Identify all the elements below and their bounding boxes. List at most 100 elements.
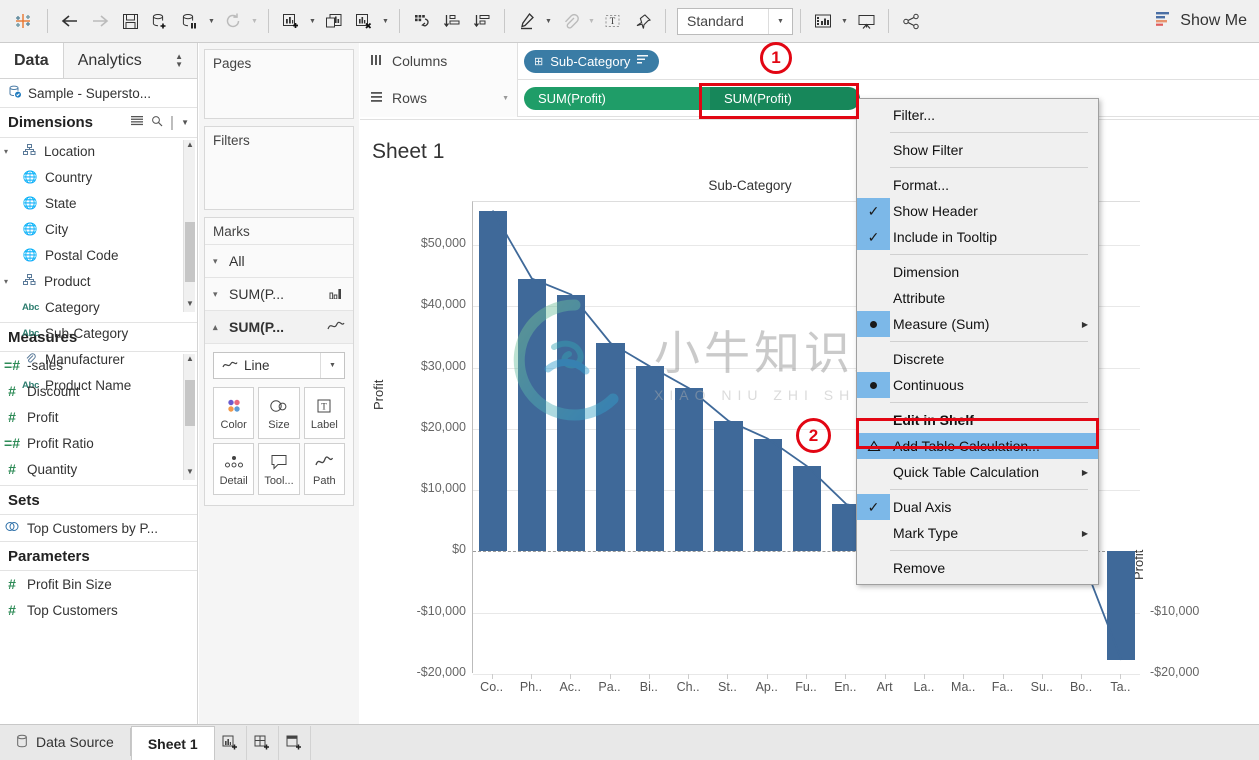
pill-sum-profit-2[interactable]: SUM(Profit)	[710, 86, 860, 110]
share-icon[interactable]	[896, 6, 926, 36]
tab-analytics[interactable]: Analytics ▲ ▼	[64, 43, 197, 78]
set-top-customers-by-profit[interactable]: Top Customers by P...	[0, 515, 197, 541]
swap-rows-cols-icon[interactable]	[407, 6, 437, 36]
show-me-button[interactable]: Show Me	[1155, 11, 1247, 31]
scroll-up-icon[interactable]: ▲	[184, 140, 196, 153]
x-axis-tick-label[interactable]: Su..	[1022, 680, 1061, 702]
menu-item-edit-in-shelf[interactable]: Edit in Shelf	[857, 407, 1098, 433]
dimension-city[interactable]: 🌐 City	[0, 216, 197, 242]
sheet-tab-sheet1[interactable]: Sheet 1	[130, 726, 215, 760]
show-cards-dropdown-caret[interactable]: ▼	[838, 6, 851, 36]
fit-dropdown[interactable]: Standard ▼	[677, 7, 793, 35]
show-cards-icon[interactable]	[808, 6, 838, 36]
forward-arrow-icon[interactable]	[85, 6, 115, 36]
dimension-product[interactable]: ▾ Product	[0, 268, 197, 294]
menu-item-show-filter[interactable]: Show Filter	[857, 137, 1098, 163]
menu-item-dimension[interactable]: Dimension	[857, 259, 1098, 285]
x-axis-tick-label[interactable]: Ch..	[668, 680, 707, 702]
scroll-up-icon[interactable]: ▲	[184, 354, 196, 367]
tab-data[interactable]: Data	[0, 43, 64, 78]
presentation-mode-icon[interactable]	[851, 6, 881, 36]
field-context-menu[interactable]: Filter... Show Filter Format... ✓ Show Heade…	[856, 98, 1099, 585]
measure-profit[interactable]: # Profit	[0, 404, 197, 430]
new-story-icon[interactable]	[279, 726, 311, 760]
size-shelf-button[interactable]: Size	[258, 387, 300, 439]
new-worksheet-icon[interactable]	[215, 726, 247, 760]
scroll-down-icon[interactable]: ▼	[184, 467, 196, 480]
x-axis-tick-label[interactable]: Bo..	[1061, 680, 1100, 702]
pages-card[interactable]: Pages	[204, 49, 354, 119]
pin-icon[interactable]	[628, 6, 658, 36]
back-arrow-icon[interactable]	[55, 6, 85, 36]
dimension-postal-code[interactable]: 🌐 Postal Code	[0, 242, 197, 268]
search-icon[interactable]	[151, 114, 163, 131]
x-axis-tick-label[interactable]: Ta..	[1101, 680, 1140, 702]
x-axis-tick-label[interactable]: Co..	[472, 680, 511, 702]
x-axis-tick-label[interactable]: St..	[708, 680, 747, 702]
menu-item-remove[interactable]: Remove	[857, 555, 1098, 581]
x-axis-tick-label[interactable]: En..	[826, 680, 865, 702]
pill-sub-category[interactable]: ⊞ Sub-Category	[524, 49, 660, 73]
text-box-icon[interactable]: T	[598, 6, 628, 36]
parameter-profit-bin-size[interactable]: # Profit Bin Size	[0, 571, 197, 597]
chevron-down-icon[interactable]: ▾	[213, 289, 223, 300]
columns-shelf[interactable]: Columns ⊞ Sub-Category	[360, 42, 1259, 80]
x-axis-tick-label[interactable]: Bi..	[629, 680, 668, 702]
columns-drop-zone[interactable]: ⊞ Sub-Category	[518, 43, 1259, 80]
menu-item-show-header[interactable]: ✓ Show Header	[857, 198, 1098, 224]
save-icon[interactable]	[115, 6, 145, 36]
chevron-down-icon[interactable]: ▼	[320, 353, 344, 378]
x-axis-tick-label[interactable]: Fu..	[786, 680, 825, 702]
refresh-icon[interactable]	[218, 6, 248, 36]
sort-ascending-icon[interactable]	[437, 6, 467, 36]
refresh-dropdown-caret[interactable]: ▼	[248, 6, 261, 36]
x-axis-tick-label[interactable]: Pa..	[590, 680, 629, 702]
menu-item-mark-type[interactable]: Mark Type ▶	[857, 520, 1098, 546]
menu-item-dual-axis[interactable]: ✓ Dual Axis	[857, 494, 1098, 520]
mark-type-dropdown[interactable]: Line ▼	[213, 352, 345, 379]
menu-item-continuous[interactable]: Continuous	[857, 372, 1098, 398]
measures-scrollbar[interactable]: ▲ ▼	[183, 354, 195, 480]
scroll-down-icon[interactable]: ▼	[184, 299, 196, 312]
paperclip-icon[interactable]	[555, 6, 585, 36]
measure-sales[interactable]: =# -sales	[0, 352, 197, 378]
paperclip-dropdown-caret[interactable]: ▼	[585, 6, 598, 36]
dimensions-scrollbar[interactable]: ▲ ▼	[183, 140, 195, 312]
scrollbar-thumb[interactable]	[185, 222, 195, 282]
color-shelf-button[interactable]: Color	[213, 387, 255, 439]
marks-row-all[interactable]: ▾ All	[205, 245, 353, 278]
menu-item-discrete[interactable]: Discrete	[857, 346, 1098, 372]
chevron-down-icon[interactable]: ▾	[213, 256, 223, 267]
x-axis-tick-label[interactable]: Ap..	[747, 680, 786, 702]
measure-profit-ratio[interactable]: =# Profit Ratio	[0, 430, 197, 456]
dimension-sub-category[interactable]: Abc Sub-Category	[0, 320, 197, 346]
data-source-item[interactable]: Sample - Supersto...	[0, 79, 197, 108]
parameter-top-customers[interactable]: # Top Customers	[0, 597, 197, 623]
x-axis-tick-label[interactable]: Fa..	[983, 680, 1022, 702]
clear-sheet-dropdown-caret[interactable]: ▼	[379, 6, 392, 36]
marks-row-sum-profit-bar[interactable]: ▾ SUM(P...	[205, 278, 353, 311]
highlight-dropdown-caret[interactable]: ▼	[542, 6, 555, 36]
dimensions-menu-caret[interactable]: ▼	[181, 118, 189, 127]
x-axis-tick-label[interactable]: Ma..	[944, 680, 983, 702]
menu-item-quick-table-calculation[interactable]: Quick Table Calculation ▶	[857, 459, 1098, 485]
dimension-category[interactable]: Abc Category	[0, 294, 197, 320]
new-worksheet-dropdown-caret[interactable]: ▼	[306, 6, 319, 36]
menu-item-format[interactable]: Format...	[857, 172, 1098, 198]
dimension-location[interactable]: ▾ Location	[0, 138, 197, 164]
measure-discount[interactable]: # Discount	[0, 378, 197, 404]
filters-card[interactable]: Filters	[204, 126, 354, 210]
path-shelf-button[interactable]: Path	[303, 443, 345, 495]
scrollbar-thumb[interactable]	[185, 380, 195, 426]
sort-icon[interactable]	[637, 54, 649, 68]
pause-data-updates-icon[interactable]	[175, 6, 205, 36]
label-shelf-button[interactable]: T Label	[303, 387, 345, 439]
x-axis-tick-label[interactable]: Ph..	[511, 680, 550, 702]
duplicate-sheet-icon[interactable]	[319, 6, 349, 36]
chevron-up-icon[interactable]: ▴	[213, 322, 223, 333]
new-worksheet-icon[interactable]	[276, 6, 306, 36]
clear-sheet-icon[interactable]	[349, 6, 379, 36]
x-axis-tick-label[interactable]: Ac..	[551, 680, 590, 702]
dimension-country[interactable]: 🌐 Country	[0, 164, 197, 190]
rows-shelf[interactable]: Rows ▼ SUM(Profit) SUM(Profit)	[360, 79, 1259, 117]
